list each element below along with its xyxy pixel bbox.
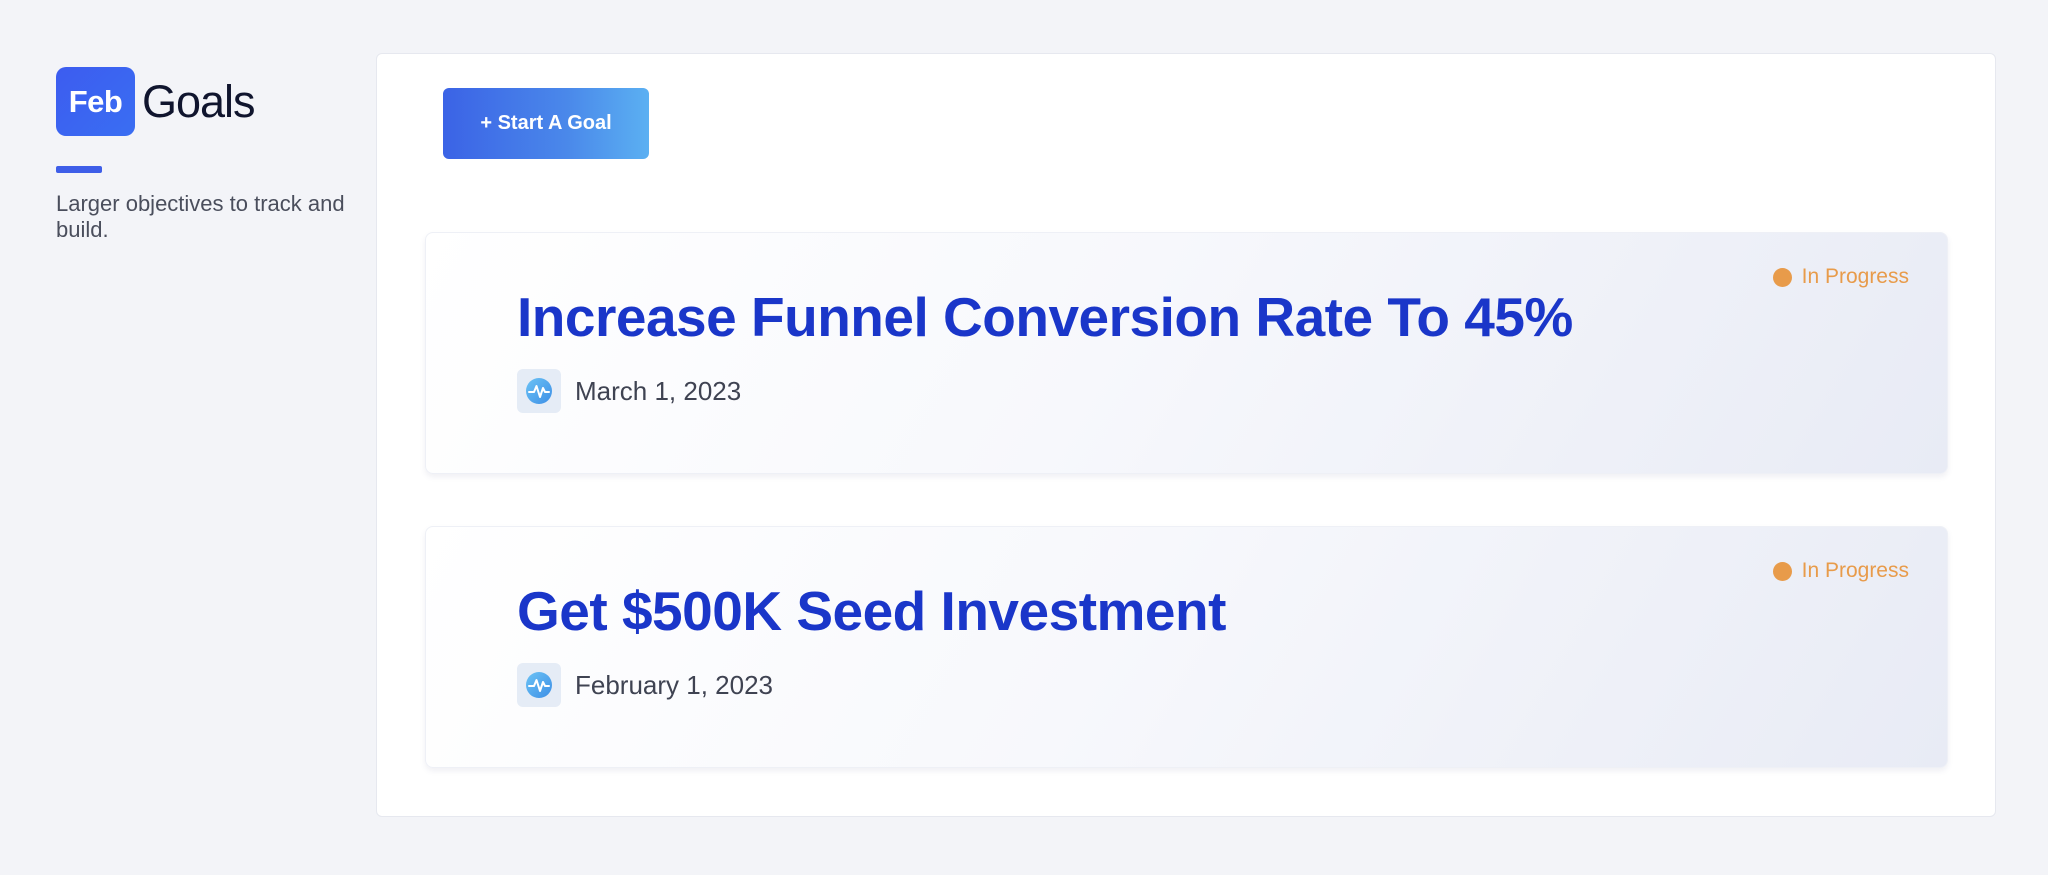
app-logo[interactable]: Feb Goals [56, 67, 356, 136]
goal-card[interactable]: In Progress Get $500K Seed Investment Fe… [425, 526, 1948, 768]
goal-meta: February 1, 2023 [517, 663, 773, 707]
accent-divider [56, 166, 102, 173]
page-description: Larger objectives to track and build. [56, 191, 345, 242]
page-title: Goals [142, 75, 256, 127]
status-label: In Progress [1801, 559, 1909, 582]
start-goal-button[interactable]: + Start A Goal [443, 88, 649, 159]
status-badge: In Progress [1772, 559, 1909, 583]
goals-panel: + Start A Goal In Progress Increase Funn… [376, 53, 1996, 817]
status-dot-icon [1772, 561, 1792, 581]
goal-date: February 1, 2023 [575, 669, 774, 700]
status-badge: In Progress [1772, 265, 1909, 289]
activity-pulse-icon [517, 663, 561, 707]
goal-card[interactable]: In Progress Increase Funnel Conversion R… [425, 232, 1948, 474]
goal-title[interactable]: Increase Funnel Conversion Rate To 45% [517, 285, 1573, 349]
goal-date: March 1, 2023 [575, 375, 742, 406]
status-dot-icon [1772, 267, 1792, 287]
goal-meta: March 1, 2023 [517, 369, 741, 413]
logo-badge: Feb [56, 67, 135, 136]
sidebar: Feb Goals Larger objectives to track and… [56, 67, 356, 243]
status-label: In Progress [1801, 265, 1909, 288]
activity-pulse-icon [517, 369, 561, 413]
goal-title[interactable]: Get $500K Seed Investment [517, 579, 1226, 643]
